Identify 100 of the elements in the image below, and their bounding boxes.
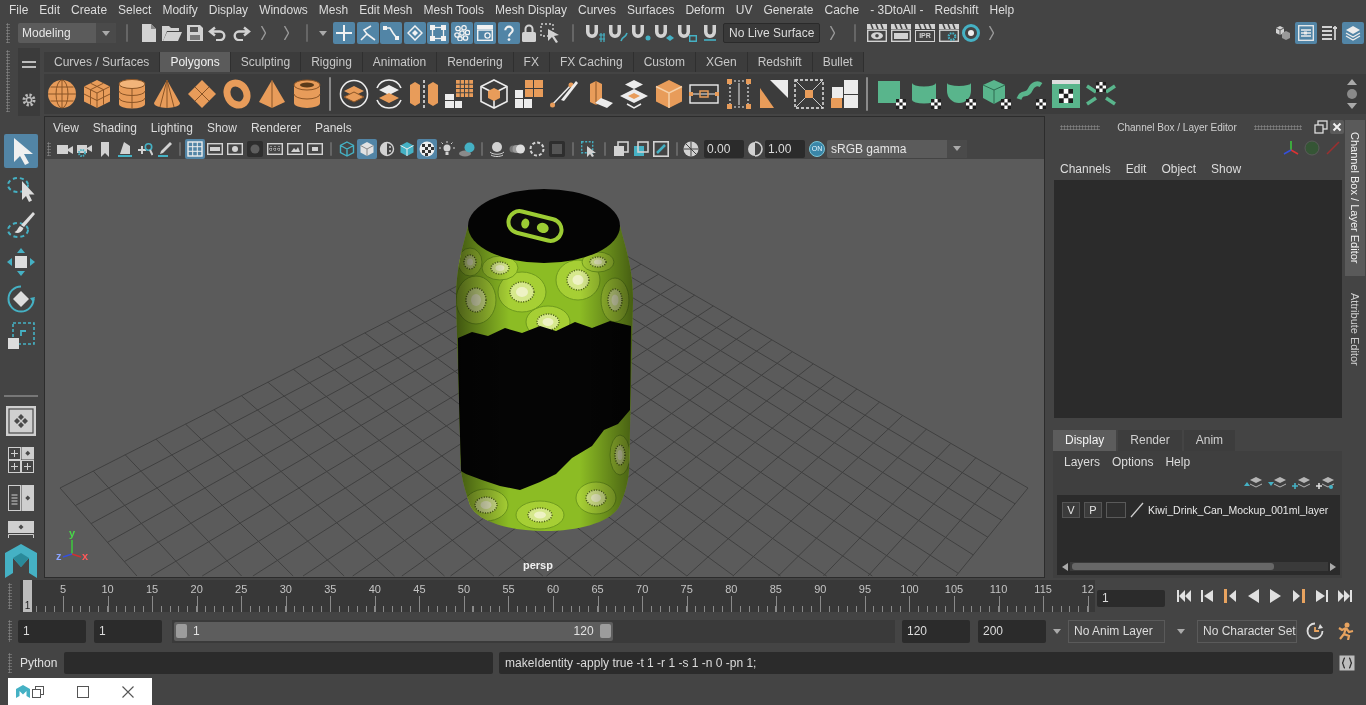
tiles-icon[interactable] — [828, 79, 859, 109]
magnet-grid-icon[interactable] — [585, 24, 605, 42]
shelf-tab[interactable]: Redshift — [747, 52, 813, 72]
character-set-dropdown[interactable]: No Character Set — [1197, 619, 1297, 643]
axes-icon[interactable] — [1283, 140, 1299, 156]
stacked-view-icon[interactable] — [8, 521, 34, 538]
xray-joints-icon[interactable] — [631, 138, 651, 159]
panel-menu-item[interactable]: Lighting — [150, 120, 193, 135]
current-frame-field[interactable]: 1 — [1097, 589, 1165, 607]
menu-item[interactable]: Select — [118, 3, 152, 17]
channel-box-menu-item[interactable]: Object — [1161, 162, 1197, 176]
xray-active-icon[interactable] — [651, 138, 671, 159]
magnet-plane-icon[interactable] — [654, 24, 674, 42]
two-view-icon[interactable] — [8, 485, 34, 511]
dots-cluster-icon[interactable] — [450, 22, 473, 44]
slider-handle-icon[interactable] — [176, 624, 187, 638]
new-layer-plus-icon[interactable] — [1316, 477, 1334, 489]
range-slider-fill[interactable]: 1 120 — [174, 621, 613, 641]
exposure-field[interactable]: 0.00 — [704, 139, 744, 158]
menu-item[interactable]: Create — [71, 3, 108, 17]
range-slider-track[interactable]: 1 120 — [172, 619, 895, 643]
split-circle-icon[interactable] — [373, 79, 404, 109]
gamma-field[interactable]: 1.00 — [765, 139, 805, 158]
menu-item[interactable]: Mesh Tools — [423, 3, 484, 17]
float-window-icon[interactable] — [1314, 120, 1328, 134]
poke-square-icon[interactable] — [793, 79, 824, 109]
grip-handle[interactable] — [8, 620, 12, 642]
panel-menu-item[interactable]: Panels — [314, 120, 352, 135]
anim-layer-dropdown[interactable]: No Anim Layer — [1068, 619, 1165, 643]
go-to-end-icon[interactable] — [1337, 589, 1352, 603]
step-back-icon[interactable] — [1199, 589, 1214, 603]
grid-squares-icon[interactable] — [443, 79, 474, 109]
menu-item[interactable]: Deform — [685, 3, 725, 17]
clapper-icon[interactable] — [915, 24, 935, 29]
cylinder-icon[interactable] — [116, 79, 147, 109]
menu-item[interactable]: Cache — [824, 3, 860, 17]
layer-menu-item[interactable]: Help — [1165, 455, 1191, 469]
ring-icon[interactable] — [962, 24, 980, 42]
magnet-curve-icon[interactable] — [608, 24, 628, 42]
script-editor-icon[interactable] — [1339, 655, 1355, 671]
start-time-field[interactable]: 1 — [18, 619, 86, 643]
script-language-button[interactable]: Python — [20, 656, 64, 670]
plane-icon[interactable] — [186, 79, 217, 109]
cone-icon[interactable] — [151, 79, 182, 109]
workspace-dropdown[interactable]: Modeling — [18, 23, 116, 43]
time-slider[interactable]: 5 10 15 20 25 30 35 40 45 50 55 60 65 70 75 80 85 90 95 100 105 110 115 12 1 — [20, 580, 1095, 612]
split-square-icon[interactable] — [758, 79, 789, 109]
channel-box-menu-item[interactable]: Channels — [1060, 162, 1111, 176]
shelf-menu-icon[interactable] — [22, 61, 36, 69]
torus-icon[interactable] — [221, 79, 252, 109]
lock-icon[interactable] — [521, 24, 536, 42]
shelf-tab[interactable]: Custom — [633, 52, 696, 72]
smooth-grid-icon[interactable] — [513, 79, 544, 109]
shelf-tab[interactable]: Animation — [362, 52, 438, 72]
diamond-icon[interactable] — [403, 22, 426, 44]
panel-menu-item[interactable]: Renderer — [250, 120, 301, 135]
shelf-tab[interactable]: XGen — [695, 52, 748, 72]
menu-item[interactable]: Modify — [162, 3, 198, 17]
menu-item[interactable]: Mesh Display — [495, 3, 568, 17]
checker-ball-icon[interactable] — [417, 138, 437, 159]
grip-handle[interactable] — [8, 583, 12, 609]
stacked-layers-icon[interactable] — [1342, 22, 1364, 44]
end-time-field[interactable]: 200 — [978, 619, 1046, 643]
caret-icon[interactable] — [1177, 628, 1185, 634]
diagonal-line-icon[interactable] — [1130, 501, 1144, 518]
wireframe-cube-icon[interactable] — [337, 138, 357, 159]
clapper-gear-icon[interactable] — [939, 24, 959, 42]
playback-end-field[interactable]: 120 — [902, 619, 970, 643]
single-view-icon[interactable] — [6, 406, 36, 436]
clock-arrow-icon[interactable] — [1306, 622, 1324, 640]
current-time-marker[interactable]: 1 — [23, 580, 32, 612]
shelf-tab[interactable]: Polygons — [160, 52, 231, 72]
wire-cube-icon[interactable] — [478, 79, 509, 109]
sphere-icon[interactable] — [46, 79, 77, 109]
command-input-field[interactable] — [64, 652, 493, 674]
playback-toggle[interactable]: P — [1084, 501, 1102, 518]
grip-handle[interactable] — [8, 653, 12, 673]
menu-item[interactable]: Redshift — [934, 3, 979, 17]
grip-handle[interactable] — [47, 141, 51, 156]
curve-points-icon[interactable] — [380, 22, 402, 44]
caret-icon[interactable] — [1053, 628, 1061, 634]
knife-icon[interactable] — [548, 79, 579, 109]
menu-item[interactable]: Surfaces — [627, 3, 675, 17]
restore-window-icon[interactable] — [32, 685, 44, 698]
panel-menu-item[interactable]: Shading — [92, 120, 137, 135]
layer-arrow-up-icon[interactable] — [1244, 477, 1262, 489]
undo-icon[interactable] — [207, 25, 228, 41]
layer-editor-tab[interactable]: Render — [1118, 430, 1182, 451]
cube-icon[interactable] — [81, 79, 112, 109]
shelf-tab[interactable]: Sculpting — [230, 52, 302, 72]
xray-icon[interactable] — [611, 138, 631, 159]
menu-item[interactable]: File — [9, 3, 29, 17]
bevel-cube-icon[interactable] — [653, 79, 684, 109]
window-checker-icon[interactable] — [1050, 79, 1081, 109]
pyramid-icon[interactable] — [256, 79, 287, 109]
view-transform-dropdown[interactable]: sRGB gamma — [827, 139, 967, 158]
viewport-3d[interactable]: y z x persp — [45, 159, 1044, 577]
caret-icon[interactable] — [319, 30, 327, 36]
close-icon[interactable] — [1330, 120, 1344, 134]
channel-list-icon[interactable] — [1295, 22, 1317, 44]
